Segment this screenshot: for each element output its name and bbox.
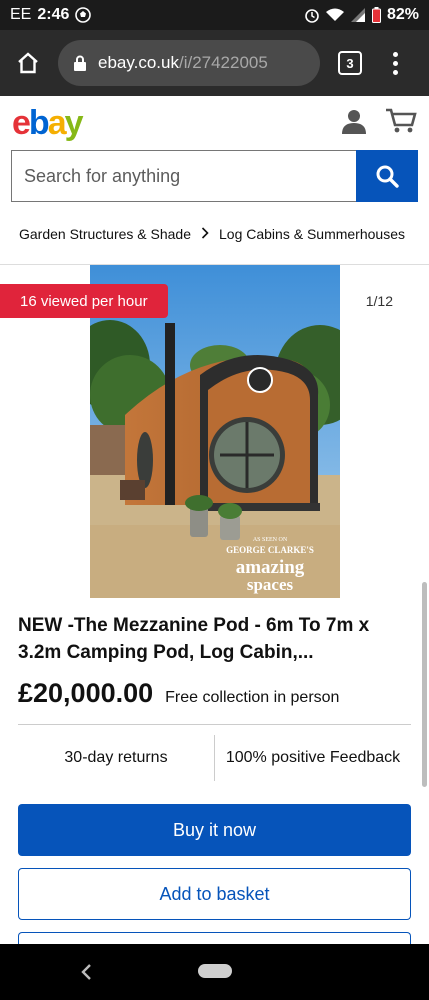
- search-bar: [11, 150, 418, 202]
- logo-letter: b: [28, 103, 50, 142]
- listing-title: NEW -The Mezzanine Pod - 6m To 7m x 3.2m…: [18, 615, 370, 663]
- soccer-ball-icon: [75, 7, 92, 23]
- battery-icon: [371, 7, 381, 23]
- signal-icon: [350, 8, 366, 22]
- divider: [18, 724, 411, 725]
- url-path: /i/27422005: [178, 53, 268, 72]
- logo-letter: e: [12, 103, 31, 142]
- image-counter: 1/12: [365, 293, 393, 309]
- shipping-info: Free collection in person: [165, 689, 340, 706]
- home-button[interactable]: [10, 45, 46, 81]
- photo-caption-1: AS SEEN ON: [253, 537, 288, 543]
- breadcrumb-item[interactable]: Log Cabins & Summerhouses: [219, 226, 405, 242]
- returns-feature[interactable]: 30-day returns: [18, 749, 214, 767]
- features-row: 30-day returns 100% positive Feedback: [18, 735, 411, 781]
- browser-toolbar: ebay.co.uk/i/27422005 3: [0, 30, 429, 96]
- listing-price: £20,000.00: [18, 678, 154, 708]
- menu-dot: [392, 60, 398, 66]
- account-icon[interactable]: [341, 108, 367, 139]
- site-header: ebay: [0, 96, 429, 150]
- price-row: £20,000.00 Free collection in person: [18, 678, 339, 709]
- tab-switcher-button[interactable]: 3: [338, 51, 362, 75]
- logo-letter: y: [64, 103, 84, 142]
- scrollbar[interactable]: [422, 582, 427, 787]
- clock: 2:46: [37, 6, 70, 23]
- search-icon: [376, 165, 399, 188]
- carrier-label: EE: [10, 6, 32, 23]
- views-badge: 16 viewed per hour: [0, 284, 168, 318]
- url-host: ebay.co.uk: [98, 53, 179, 72]
- back-button[interactable]: [74, 958, 98, 986]
- home-gesture-pill[interactable]: [198, 964, 232, 978]
- status-bar: EE 2:46 82%: [0, 0, 429, 30]
- buy-it-now-button[interactable]: Buy it now: [18, 804, 411, 856]
- back-arrow-icon: [81, 964, 91, 980]
- battery-level: 82%: [386, 6, 419, 23]
- menu-dot: [392, 51, 398, 57]
- breadcrumb-item[interactable]: Garden Structures & Shade: [19, 226, 191, 242]
- photo-caption-4: spaces: [247, 575, 294, 594]
- wifi-icon: [325, 8, 344, 22]
- add-to-basket-button[interactable]: Add to basket: [18, 868, 411, 920]
- ebay-logo[interactable]: ebay: [12, 103, 84, 143]
- home-icon: [18, 52, 38, 74]
- chevron-right-icon: [201, 226, 209, 242]
- search-input[interactable]: [11, 150, 356, 202]
- feedback-feature[interactable]: 100% positive Feedback: [215, 749, 411, 767]
- logo-letter: a: [47, 103, 67, 142]
- lock-icon: [74, 55, 86, 71]
- image-gallery[interactable]: AS SEEN ON GEORGE CLARKE'S amazing space…: [0, 265, 429, 598]
- alarm-icon: [304, 7, 320, 23]
- search-button[interactable]: [356, 150, 418, 202]
- breadcrumb: Garden Structures & Shade Log Cabins & S…: [19, 226, 405, 242]
- cart-icon[interactable]: [385, 108, 417, 139]
- photo-caption-2: GEORGE CLARKE'S: [226, 545, 314, 555]
- browser-menu-button[interactable]: [390, 51, 400, 75]
- menu-dot: [392, 69, 398, 75]
- url-bar[interactable]: ebay.co.uk/i/27422005: [58, 40, 320, 86]
